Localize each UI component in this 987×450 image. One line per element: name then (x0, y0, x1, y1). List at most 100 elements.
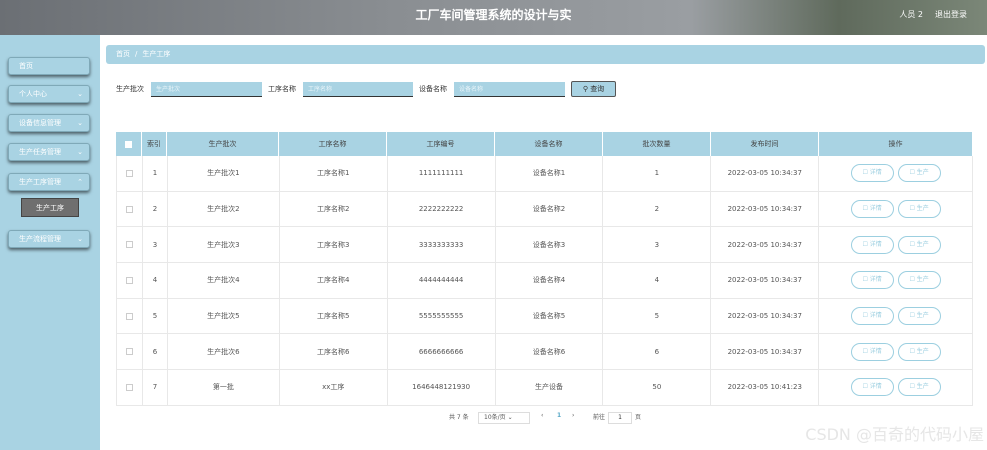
produce-button-label: 生产 (916, 383, 929, 391)
cell-qty: 2 (603, 191, 712, 227)
logout-link[interactable]: 退出登录 (935, 9, 967, 20)
cell-batch: 第一批 (168, 370, 280, 405)
cell-time: 2022-03-05 10:34:37 (711, 156, 820, 191)
detail-button[interactable]: ☐ 详情 (850, 307, 894, 326)
detail-button[interactable]: ☐ 详情 (850, 342, 894, 361)
column-header: 工序名称 (279, 132, 387, 156)
detail-button[interactable]: ☐ 详情 (850, 271, 894, 290)
cell-batch: 生产批次1 (168, 156, 280, 191)
sidebar-item-label: 个人中心 (19, 90, 47, 98)
page-size-value: 10条/页 (484, 414, 506, 421)
document-icon: ☐ (909, 347, 917, 355)
sidebar-item-home[interactable]: 首页 (8, 57, 90, 75)
row-checkbox[interactable] (125, 205, 133, 213)
breadcrumb: 首页 / 生产工序 (106, 45, 985, 64)
document-icon: ☐ (862, 276, 870, 284)
table-row: 5 生产批次5 工序名称5 5555555555 设备名称5 5 2022-03-05 10… (116, 298, 973, 335)
row-checkbox[interactable] (125, 241, 133, 249)
column-header: 批次数量 (603, 132, 711, 156)
sidebar-item-label: 生产工序管理 (19, 178, 61, 186)
cell-code: 1646448121930 (388, 370, 496, 405)
cell-index: 3 (143, 227, 168, 263)
select-all-cell (116, 132, 142, 156)
cell-batch: 生产批次3 (168, 227, 280, 263)
row-select-cell (117, 334, 143, 370)
produce-button-label: 生产 (916, 312, 929, 320)
cell-code: 6666666666 (388, 334, 496, 370)
cell-device: 设备名称5 (496, 298, 604, 334)
detail-button[interactable]: ☐ 详情 (850, 235, 894, 254)
produce-button[interactable]: ☐ 生产 (897, 235, 941, 254)
cell-process: xx工序 (280, 370, 388, 405)
cell-batch: 生产批次6 (168, 334, 280, 370)
document-icon: ☐ (862, 347, 870, 355)
prev-page-button[interactable]: ‹ (541, 412, 543, 419)
batch-filter-label: 生产批次 (116, 85, 144, 93)
cell-process: 工序名称2 (280, 191, 388, 227)
row-checkbox[interactable] (125, 276, 133, 284)
produce-button[interactable]: ☐ 生产 (897, 271, 941, 290)
next-page-button[interactable]: › (572, 412, 574, 419)
produce-button[interactable]: ☐ 生产 (897, 378, 941, 397)
sidebar-item-personal-center[interactable]: 个人中心 ⌄ (8, 85, 90, 103)
cell-actions: ☐ 详情 ☐ 生产 (819, 156, 973, 191)
row-checkbox[interactable] (125, 312, 133, 320)
table-row: 7 第一批 xx工序 1646448121930 生产设备 50 2022-03-05 10… (116, 370, 973, 406)
detail-button[interactable]: ☐ 详情 (850, 378, 894, 397)
device-filter-label: 设备名称 (419, 85, 447, 93)
batch-filter-input[interactable] (151, 82, 262, 97)
sidebar-item-task-management[interactable]: 生产任务管理 ⌄ (8, 143, 90, 161)
produce-button[interactable]: ☐ 生产 (897, 164, 941, 183)
produce-button[interactable]: ☐ 生产 (897, 307, 941, 326)
cell-qty: 50 (603, 370, 712, 405)
document-icon: ☐ (862, 312, 870, 320)
document-icon: ☐ (909, 383, 917, 391)
top-bar: 工厂车间管理系统的设计与实 人员 2 退出登录 (0, 0, 987, 35)
cell-batch: 生产批次5 (168, 298, 280, 334)
column-header: 设备名称 (495, 132, 603, 156)
process-filter-label: 工序名称 (268, 85, 296, 93)
current-page[interactable]: 1 (557, 412, 561, 419)
detail-button-label: 详情 (869, 169, 882, 177)
device-filter-input[interactable] (454, 82, 565, 97)
cell-batch: 生产批次4 (168, 263, 280, 298)
sidebar-item-device-info[interactable]: 设备信息管理 ⌄ (8, 114, 90, 132)
column-header: 发布时间 (711, 132, 819, 156)
cell-code: 1111111111 (388, 156, 496, 191)
breadcrumb-current: 生产工序 (142, 50, 171, 58)
query-button[interactable]: ⚲ 查询 (571, 81, 616, 97)
sidebar-item-process-management[interactable]: 生产工序管理 ⌃ (8, 173, 90, 191)
sidebar-item-label: 生产流程管理 (19, 235, 61, 243)
produce-button[interactable]: ☐ 生产 (897, 342, 941, 361)
detail-button[interactable]: ☐ 详情 (850, 164, 894, 183)
sidebar-item-flow-management[interactable]: 生产流程管理 ⌄ (8, 230, 90, 248)
row-checkbox[interactable] (125, 169, 133, 177)
sidebar-subitem-process[interactable]: 生产工序 (21, 198, 79, 217)
produce-button[interactable]: ☐ 生产 (897, 200, 941, 219)
cell-process: 工序名称1 (280, 156, 388, 191)
cell-device: 设备名称6 (496, 334, 604, 370)
cell-process: 工序名称6 (280, 334, 388, 370)
row-checkbox[interactable] (125, 383, 133, 391)
page-size-select[interactable]: 10条/页 ⌄ (478, 412, 530, 424)
chevron-down-icon: ⌄ (77, 119, 83, 127)
cell-actions: ☐ 详情 ☐ 生产 (819, 334, 973, 370)
column-header: 工序编号 (387, 132, 495, 156)
cell-qty: 5 (603, 298, 712, 334)
table-row: 2 生产批次2 工序名称2 2222222222 设备名称2 2 2022-03-05 10… (116, 191, 973, 228)
app-title: 工厂车间管理系统的设计与实 (415, 8, 572, 22)
cell-index: 4 (143, 263, 168, 298)
row-select-cell (117, 227, 143, 263)
detail-button-label: 详情 (869, 240, 882, 248)
cell-qty: 6 (603, 334, 712, 370)
cell-actions: ☐ 详情 ☐ 生产 (819, 191, 973, 227)
detail-button-label: 详情 (869, 205, 882, 213)
breadcrumb-home[interactable]: 首页 (116, 50, 130, 58)
process-filter-input[interactable] (303, 82, 413, 97)
process-table: 索引 生产批次 工序名称 工序编号 设备名称 批次数量 发布时间 操作 1 生产批… (116, 132, 973, 406)
detail-button[interactable]: ☐ 详情 (850, 200, 894, 219)
row-checkbox[interactable] (125, 348, 133, 356)
watermark: CSDN @百奇的代码小屋 (805, 425, 984, 444)
goto-page-input[interactable]: 1 (608, 412, 632, 424)
select-all-checkbox[interactable] (125, 140, 132, 148)
